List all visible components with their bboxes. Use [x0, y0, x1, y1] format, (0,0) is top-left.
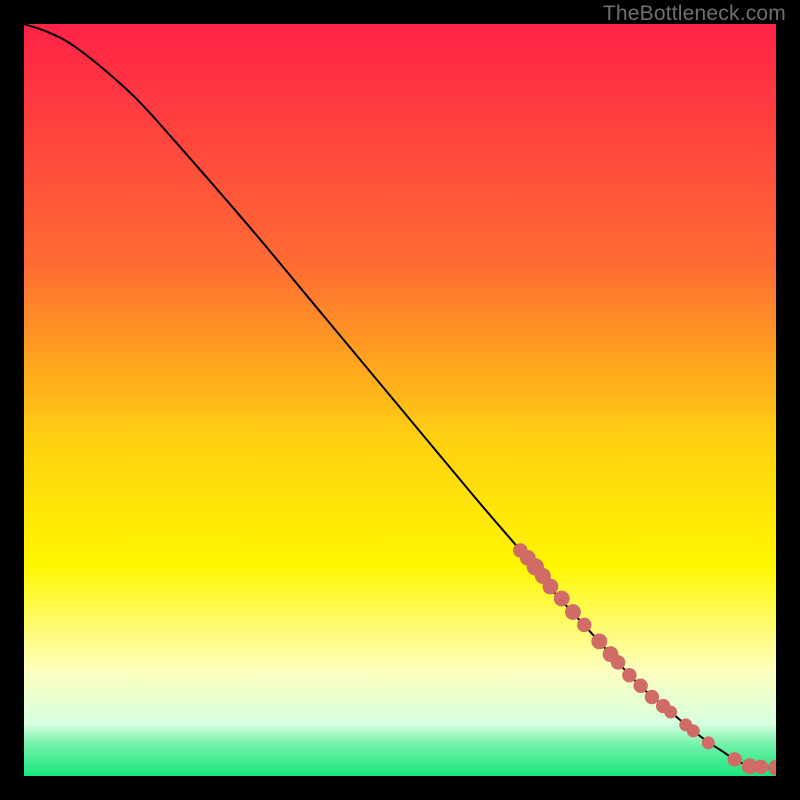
data-marker: [622, 668, 636, 682]
data-marker: [645, 690, 659, 704]
data-marker: [727, 752, 741, 766]
data-marker: [664, 706, 677, 719]
data-marker: [633, 679, 647, 693]
chart-figure: TheBottleneck.com: [0, 0, 800, 800]
data-marker: [591, 633, 607, 649]
data-marker: [577, 618, 591, 632]
data-marker: [754, 760, 768, 774]
data-marker: [702, 736, 715, 749]
attribution-text: TheBottleneck.com: [603, 2, 786, 26]
data-marker: [565, 604, 581, 620]
chart-svg: [24, 24, 776, 776]
data-marker: [554, 591, 570, 607]
data-marker: [542, 579, 558, 595]
data-marker: [611, 655, 625, 669]
data-marker: [687, 724, 700, 737]
chart-plot-area: [24, 24, 776, 776]
gradient-background: [24, 24, 776, 776]
